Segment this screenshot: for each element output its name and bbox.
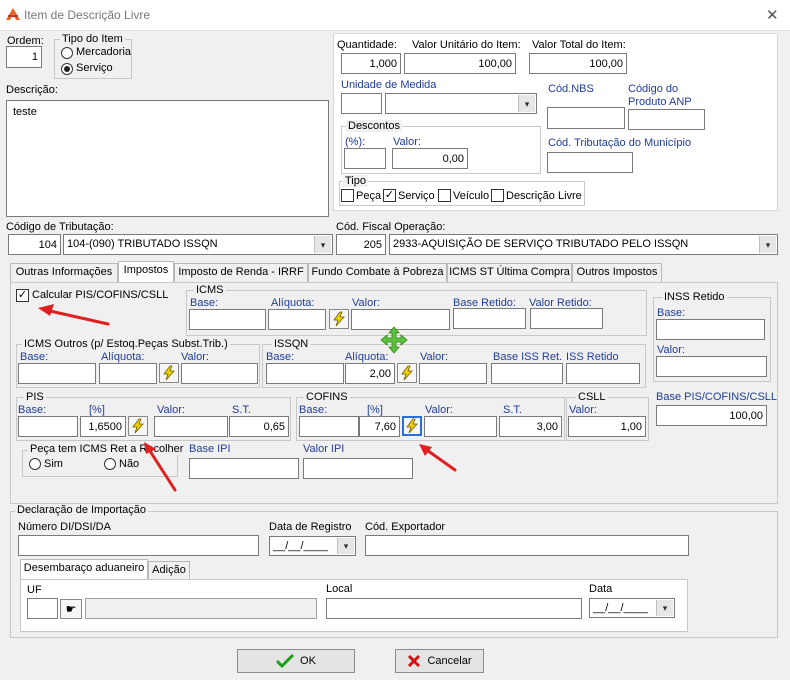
local-label: Local [326, 583, 353, 595]
uf-field[interactable] [27, 598, 58, 619]
numero-di-field[interactable] [18, 535, 259, 556]
cancel-x-icon [408, 654, 421, 668]
declaracao-title: Declaração de Importação [15, 504, 149, 516]
check-icon [276, 654, 295, 668]
data-registro-value: __/__/____ [273, 540, 329, 552]
cod-exportador-field[interactable] [365, 535, 689, 556]
cod-exportador-label: Cód. Exportador [365, 521, 446, 533]
chevron-down-icon[interactable]: ▾ [656, 600, 673, 616]
cancel-button[interactable]: Cancelar [395, 649, 484, 673]
ok-button[interactable]: OK [237, 649, 355, 673]
arrow-peca-icms [146, 446, 177, 492]
tab-desembaraco-aduaneiro[interactable]: Desembaraço aduaneiro [20, 559, 148, 580]
tab-adicao[interactable]: Adição [148, 561, 190, 580]
data-label: Data [589, 583, 613, 595]
data-value: __/__/____ [593, 602, 649, 614]
arrow-calcular [48, 309, 110, 326]
local-field[interactable] [326, 598, 582, 619]
uf-lookup-hand-icon[interactable]: ☛ [60, 599, 82, 619]
cancel-button-label: Cancelar [427, 655, 472, 667]
uf-description-field [85, 598, 317, 619]
data-picker[interactable]: __/__/____ ▾ [589, 598, 675, 618]
ok-button-label: OK [300, 655, 316, 667]
uf-label: UF [27, 584, 42, 596]
data-registro-label: Data de Registro [269, 521, 352, 533]
chevron-down-icon[interactable]: ▾ [337, 538, 354, 554]
data-registro-picker[interactable]: __/__/____ ▾ [269, 536, 356, 556]
numero-di-label: Número DI/DSI/DA [18, 521, 111, 533]
